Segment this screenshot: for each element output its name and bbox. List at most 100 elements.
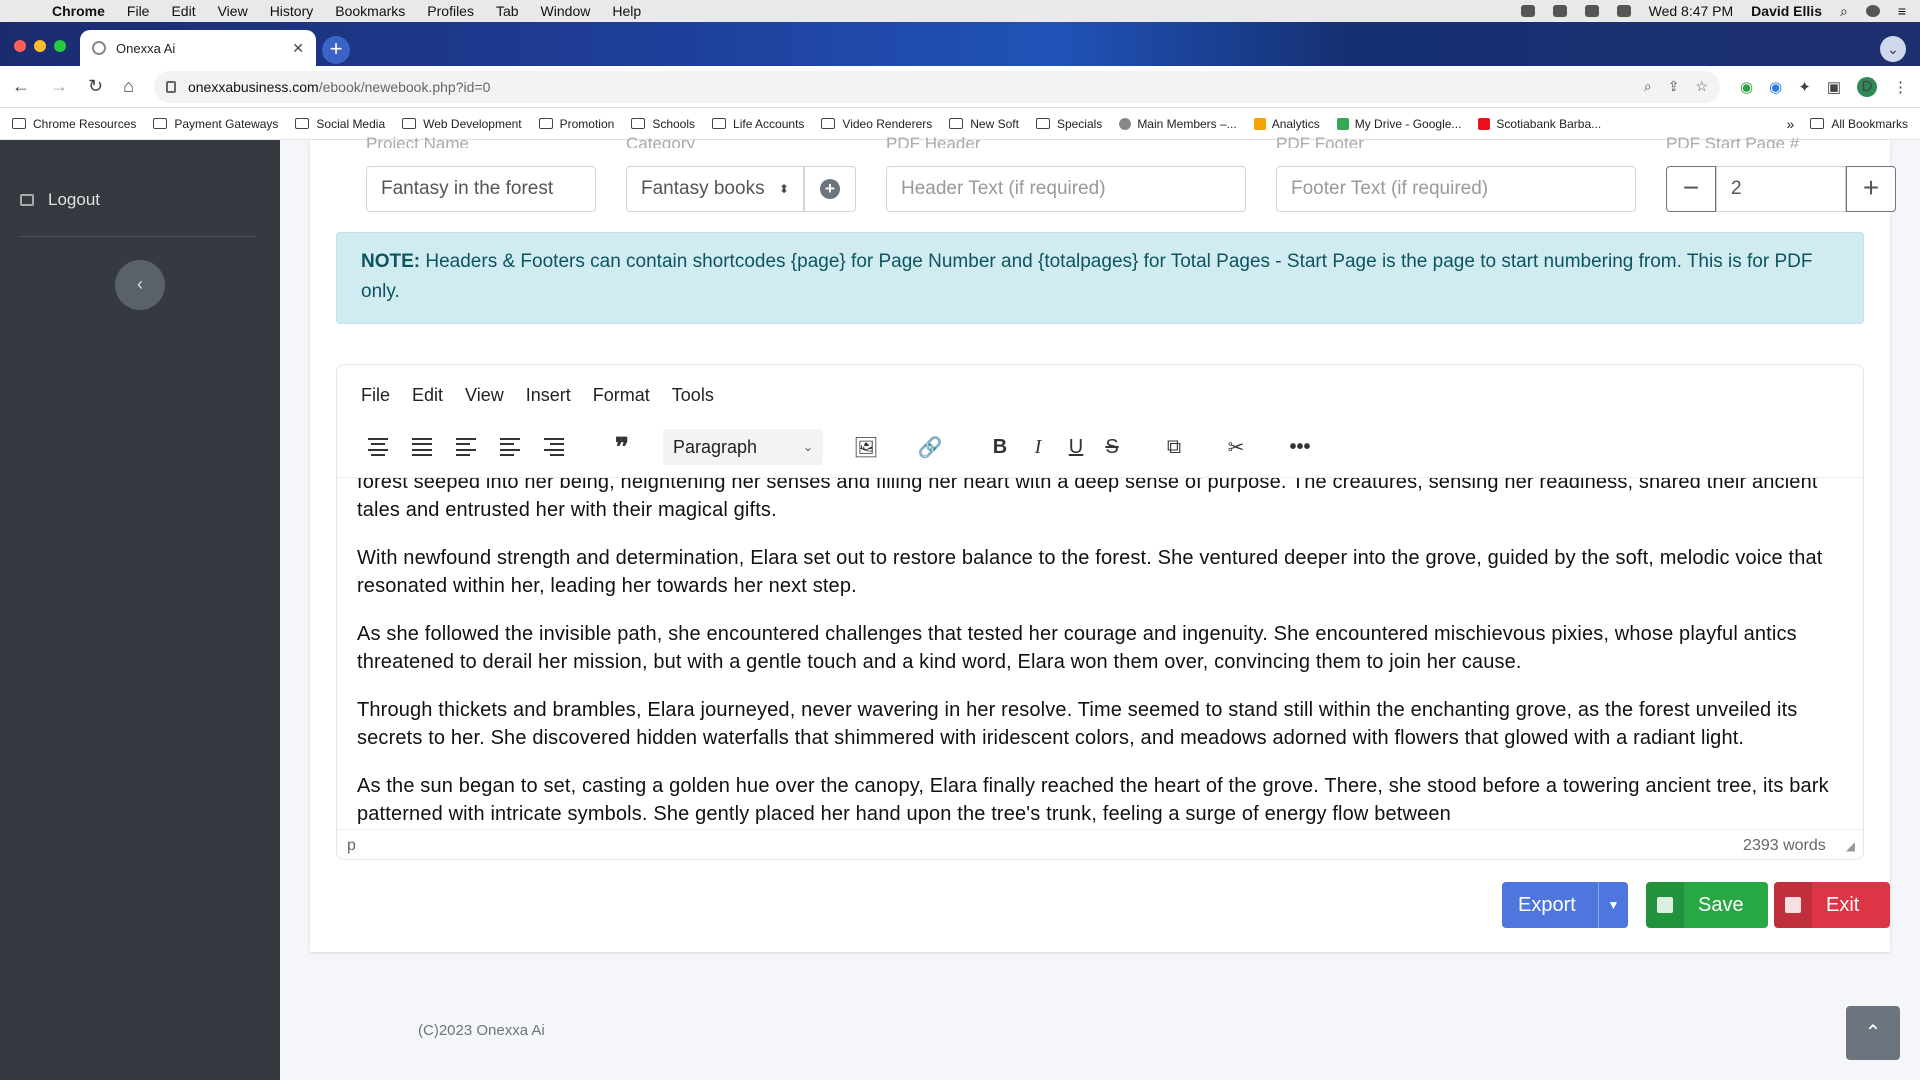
more-options-button[interactable]: ••• [1283, 429, 1317, 465]
bookmark-link[interactable]: Analytics [1253, 117, 1320, 131]
menu-view[interactable]: View [218, 3, 248, 19]
align-left-button[interactable] [449, 429, 483, 465]
cut-button[interactable]: ✂ [1219, 429, 1253, 465]
spotlight-search-icon[interactable]: ⌕ [1840, 3, 1848, 20]
category-select[interactable]: Fantasy books ⬍ [626, 166, 804, 212]
editor-content-area[interactable]: forest seeped into her being, heightenin… [337, 477, 1863, 829]
align-center-button[interactable] [361, 429, 395, 465]
browser-tab[interactable]: Onexxa Ai ✕ [80, 30, 316, 66]
italic-button[interactable]: I [1021, 429, 1055, 465]
clear-formatting-button[interactable] [493, 429, 527, 465]
pdf-start-page-input[interactable]: 2 [1716, 166, 1846, 212]
blockquote-button[interactable]: ❞ [605, 429, 639, 465]
editor-menu-edit[interactable]: Edit [412, 385, 443, 406]
bookmark-link[interactable]: Main Members –... [1119, 117, 1237, 131]
apple-icon[interactable] [14, 3, 28, 19]
chrome-menu-icon[interactable]: ⋮ [1893, 78, 1908, 96]
extension-globe-icon[interactable]: ◉ [1769, 78, 1782, 96]
extension-sync-icon[interactable]: ◉ [1740, 78, 1753, 96]
editor-menu-file[interactable]: File [361, 385, 390, 406]
notification-center-icon[interactable]: ≡ [1898, 3, 1906, 19]
editor-menu-view[interactable]: View [465, 385, 504, 406]
bold-button[interactable]: B [983, 429, 1017, 465]
bookmark-link[interactable]: Scotiabank Barba... [1478, 117, 1601, 131]
editor-menu-tools[interactable]: Tools [672, 385, 714, 406]
bookmark-folder[interactable]: Payment Gateways [153, 117, 278, 131]
new-tab-button[interactable]: + [322, 36, 350, 64]
bookmark-folder[interactable]: New Soft [949, 117, 1019, 131]
bookmark-folder[interactable]: Chrome Resources [12, 117, 136, 131]
menu-bookmarks[interactable]: Bookmarks [335, 3, 405, 19]
editor-menu-insert[interactable]: Insert [526, 385, 571, 406]
sidebar-collapse-button[interactable]: ‹ [115, 260, 165, 310]
bookmark-label: Payment Gateways [174, 116, 279, 131]
bookmark-link[interactable]: My Drive - Google... [1336, 117, 1461, 131]
user-name[interactable]: David Ellis [1751, 3, 1822, 19]
lock-icon[interactable] [165, 80, 176, 93]
menu-help[interactable]: Help [612, 3, 641, 19]
url-bar[interactable]: onexxabusiness.com/ebook/newebook.php?id… [153, 70, 1721, 103]
bookmark-folder[interactable]: Life Accounts [712, 117, 804, 131]
bookmarks-overflow-button[interactable]: » [1787, 116, 1795, 132]
decrement-page-button[interactable]: − [1666, 166, 1716, 212]
home-icon[interactable]: ⌂ [123, 76, 134, 97]
menu-app-name[interactable]: Chrome [52, 3, 105, 19]
export-dropdown-toggle[interactable]: ▼ [1598, 882, 1628, 928]
menu-tab[interactable]: Tab [496, 3, 519, 19]
back-to-top-button[interactable]: ⌃ [1846, 1006, 1900, 1060]
element-path[interactable]: p [347, 837, 356, 855]
zoom-window-button[interactable] [54, 40, 66, 52]
clock[interactable]: Wed 8:47 PM [1649, 3, 1734, 19]
zoom-icon[interactable]: ⌕ [1644, 78, 1652, 95]
tab-search-chevron-icon[interactable]: ⌄ [1880, 36, 1906, 62]
cast-icon[interactable] [1552, 5, 1567, 17]
menu-history[interactable]: History [270, 3, 314, 19]
forward-icon[interactable]: → [50, 76, 68, 97]
pdf-header-input[interactable]: Header Text (if required) [886, 166, 1246, 212]
exit-button[interactable]: Exit [1774, 882, 1890, 928]
underline-button[interactable]: U [1059, 429, 1093, 465]
minimize-window-button[interactable] [34, 40, 46, 52]
reload-icon[interactable]: ↻ [88, 76, 103, 97]
insert-link-button[interactable]: 🔗 [913, 429, 947, 465]
block-format-select[interactable]: Paragraph ⌄ [663, 429, 823, 465]
side-panel-icon[interactable]: ▣ [1827, 78, 1841, 96]
profile-avatar[interactable]: D [1857, 76, 1877, 97]
word-count[interactable]: 2393 words [1743, 837, 1826, 855]
project-name-input[interactable]: Fantasy in the forest [366, 166, 596, 212]
add-category-button[interactable]: + [804, 166, 856, 212]
align-right-button[interactable] [537, 429, 571, 465]
pdf-footer-input[interactable]: Footer Text (if required) [1276, 166, 1636, 212]
bookmark-folder[interactable]: Schools [631, 117, 695, 131]
increment-page-button[interactable]: + [1846, 166, 1896, 212]
logout-link[interactable]: Logout [20, 190, 100, 210]
all-bookmarks-folder[interactable]: All Bookmarks [1810, 117, 1908, 131]
copy-button[interactable]: ⧉ [1157, 429, 1191, 465]
align-justify-button[interactable] [405, 429, 439, 465]
menu-profiles[interactable]: Profiles [427, 3, 474, 19]
menu-file[interactable]: File [127, 3, 150, 19]
bookmark-star-icon[interactable]: ☆ [1695, 78, 1708, 95]
menu-window[interactable]: Window [541, 3, 591, 19]
tab-close-icon[interactable]: ✕ [292, 40, 304, 57]
resize-handle-icon[interactable]: ◢ [1846, 839, 1855, 853]
editor-menu-format[interactable]: Format [593, 385, 650, 406]
control-center-icon[interactable] [1584, 5, 1599, 17]
extensions-puzzle-icon[interactable]: ✦ [1798, 78, 1811, 96]
bookmark-folder[interactable]: Video Renderers [821, 117, 932, 131]
strikethrough-button[interactable]: S [1095, 429, 1129, 465]
save-button[interactable]: Save [1646, 882, 1768, 928]
siri-icon[interactable] [1865, 5, 1880, 17]
back-icon[interactable]: ← [12, 76, 30, 97]
wifi-icon[interactable] [1616, 5, 1631, 17]
share-icon[interactable]: ⇪ [1668, 78, 1680, 95]
bookmark-folder[interactable]: Web Development [402, 117, 522, 131]
bluetooth-icon[interactable] [1520, 5, 1535, 17]
export-button[interactable]: Export ▼ [1502, 882, 1628, 928]
bookmark-folder[interactable]: Social Media [295, 117, 385, 131]
bookmark-folder[interactable]: Specials [1035, 117, 1102, 131]
insert-image-button[interactable]: 🖼 [849, 429, 883, 465]
bookmark-folder[interactable]: Promotion [538, 117, 614, 131]
close-window-button[interactable] [14, 40, 26, 52]
menu-edit[interactable]: Edit [171, 3, 195, 19]
